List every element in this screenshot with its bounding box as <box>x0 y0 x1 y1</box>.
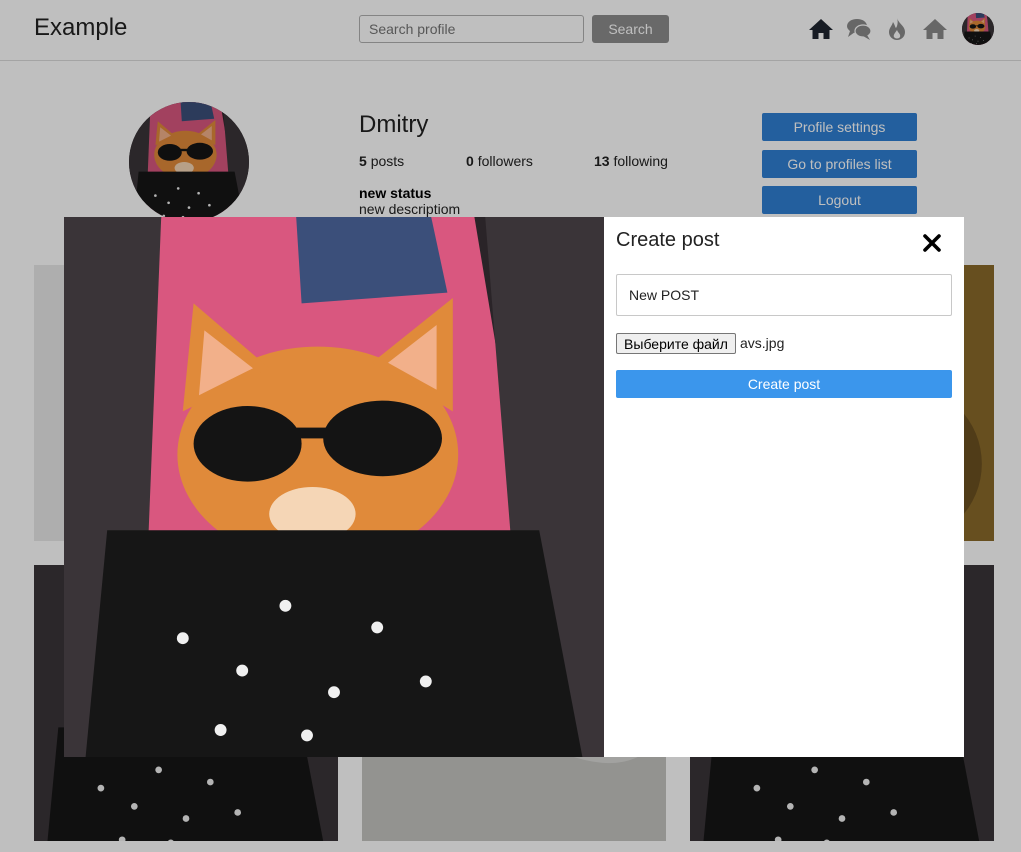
selected-file-name: avs.jpg <box>740 335 785 351</box>
create-post-modal: Create post Выберите файл avs.jpg Create… <box>64 217 964 757</box>
post-image-preview <box>64 217 604 757</box>
create-post-button[interactable]: Create post <box>616 370 952 398</box>
close-icon[interactable] <box>922 233 942 253</box>
choose-file-button[interactable]: Выберите файл <box>616 333 736 354</box>
post-text-input[interactable] <box>616 274 952 316</box>
modal-title: Create post <box>616 229 720 251</box>
